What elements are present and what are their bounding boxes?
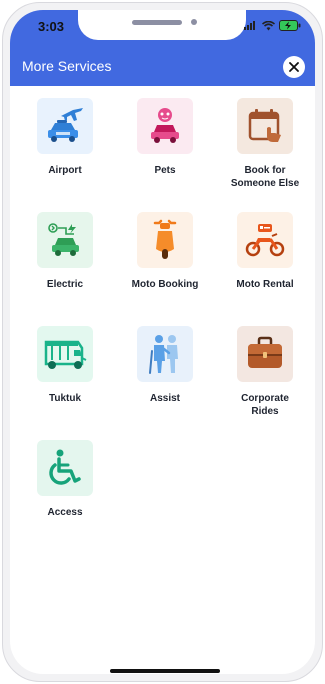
status-time: 3:03 <box>38 19 65 34</box>
page-title: More Services <box>22 58 112 74</box>
service-icon-box <box>37 440 93 496</box>
briefcase-icon <box>248 336 282 368</box>
service-electric[interactable]: Electric <box>15 212 115 291</box>
service-icon-box <box>37 212 93 268</box>
camera-dot <box>191 19 197 25</box>
service-pets[interactable]: Pets <box>115 98 215 177</box>
electric-car-icon <box>48 223 79 256</box>
service-label: Assist <box>149 393 180 404</box>
service-icon-box <box>237 98 293 154</box>
signal-icon <box>244 21 255 30</box>
battery-charging-icon <box>279 20 301 31</box>
calendar-hand-icon <box>248 109 281 142</box>
service-label: Pets <box>154 165 176 176</box>
service-icon-box <box>37 98 93 154</box>
notch <box>78 10 246 40</box>
status-bar: 3:03 <box>10 10 315 50</box>
service-label: Access <box>47 507 83 518</box>
close-icon <box>289 62 299 72</box>
service-label: Corporate Rides <box>241 393 289 417</box>
service-icon-box <box>137 326 193 382</box>
service-assist[interactable]: Assist <box>115 326 215 405</box>
close-button[interactable] <box>283 56 305 78</box>
service-icon-box <box>37 326 93 382</box>
tuktuk-icon <box>44 340 87 369</box>
service-airport[interactable]: Airport <box>15 98 115 177</box>
service-label: Airport <box>48 165 82 176</box>
service-access[interactable]: Access <box>15 440 115 519</box>
header-bar: More Services <box>10 50 315 86</box>
wheelchair-icon <box>49 449 81 485</box>
service-book-for-someone-else[interactable]: Book for Someone Else <box>215 98 315 190</box>
service-label: Moto Booking <box>131 279 199 290</box>
service-label: Moto Rental <box>236 279 294 290</box>
status-icons <box>244 20 301 31</box>
airplane-car-icon <box>48 108 83 142</box>
service-tuktuk[interactable]: Tuktuk <box>15 326 115 405</box>
service-label: Tuktuk <box>48 393 82 404</box>
service-corporate-rides[interactable]: Corporate Rides <box>215 326 315 418</box>
pet-car-icon <box>151 108 179 143</box>
service-moto-booking[interactable]: Moto Booking <box>115 212 215 291</box>
service-icon-box <box>137 98 193 154</box>
scooter-icon <box>153 219 177 259</box>
phone-frame: 3:03 More Services Airport Pets Book for… <box>2 2 323 682</box>
screen: 3:03 More Services Airport Pets Book for… <box>10 10 315 674</box>
assist-people-icon <box>149 335 178 374</box>
service-label: Electric <box>46 279 84 290</box>
service-moto-rental[interactable]: Moto Rental <box>215 212 315 291</box>
service-icon-box <box>237 212 293 268</box>
speaker <box>132 20 182 25</box>
service-icon-box <box>137 212 193 268</box>
motorcycle-icon <box>245 224 285 257</box>
wifi-icon <box>262 20 275 30</box>
service-icon-box <box>237 326 293 382</box>
home-indicator[interactable] <box>110 669 220 673</box>
service-label: Book for Someone Else <box>230 165 300 189</box>
